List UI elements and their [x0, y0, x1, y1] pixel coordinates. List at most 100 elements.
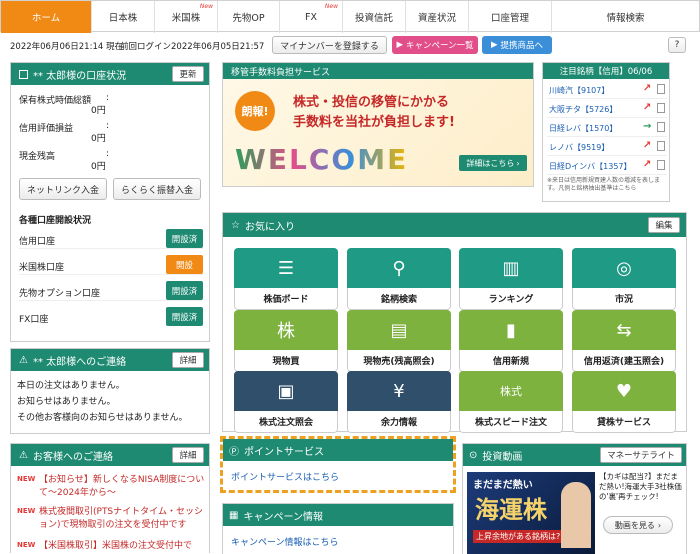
document-icon[interactable] [657, 122, 665, 132]
tab-futures-op[interactable]: 先物OP [218, 1, 280, 33]
campaign-list-button[interactable]: ▶ キャンペーン一覧 [392, 36, 478, 54]
account-row-label: FX口座 [19, 315, 49, 325]
easy-transfer-button[interactable]: らくらく振替入金 [113, 178, 201, 200]
tab-japan-stock[interactable]: 日本株 [92, 1, 155, 33]
banner-detail-button[interactable]: 詳細はこちら › [459, 155, 527, 171]
favorite-tile[interactable]: ▣ 株式注文照会 [234, 371, 338, 433]
favorite-icon: ♥ [572, 371, 676, 411]
video-caption[interactable]: 【カギは配当?】まだまだ熱い!海運大手3社株価の'裏'再チェック! [599, 472, 683, 512]
favorite-label: 貸株サービス [572, 411, 676, 433]
account-row: 先物オプション口座 開設済 [19, 281, 203, 301]
thumb-sub: 上昇余地がある銘柄は? [473, 530, 564, 543]
favorite-icon: ⚲ [347, 248, 451, 288]
watchlist-name[interactable]: 日経Dインバ【1357】 [549, 161, 632, 172]
favorite-tile[interactable]: ⇆ 信用返済(建玉照会) [572, 310, 676, 372]
us-stock-open-button[interactable]: 開設 [166, 255, 203, 274]
tab-account[interactable]: 口座管理 [469, 1, 552, 33]
refresh-button[interactable]: 更新 [172, 66, 204, 82]
document-icon[interactable] [657, 141, 665, 151]
account-row-label: 信用口座 [19, 237, 56, 247]
favorite-tile[interactable]: ⚲ 銘柄検索 [347, 248, 451, 310]
document-icon[interactable] [657, 103, 665, 113]
news-item[interactable]: NEW 【お知らせ】新しくなるNISA制度について～2024年から～ [17, 474, 205, 500]
trend-arrow-icon: ↗ [643, 140, 652, 151]
watchlist-item[interactable]: 日経レバ【1570】 → [547, 119, 667, 137]
colon: : [106, 93, 110, 103]
watchlist-item[interactable]: レノバ【9519】 ↗ [547, 138, 667, 156]
trend-arrow-icon: ↗ [643, 102, 652, 113]
video-thumbnail[interactable]: まだまだ熱い 海運株 上昇余地がある銘柄は? [467, 472, 595, 554]
favorite-label: 市況 [572, 288, 676, 310]
transfer-fee-banner[interactable]: 移管手数料負担サービス 朗報! 株式・投信の移管にかかる 手数料を当社が負担しま… [222, 62, 534, 187]
watchlist-name[interactable]: 日経レバ【1570】 [549, 123, 617, 134]
tab-home[interactable]: ホーム [1, 1, 92, 33]
holdings-label: 保有株式時価総額 [19, 96, 92, 106]
mynumber-button[interactable]: マイナンバーを登録する [272, 36, 387, 54]
news-text: 【米国株取引】米国株の注文受付中で [39, 541, 193, 551]
margin-open-status[interactable]: 開設済 [166, 229, 203, 248]
new-badge: NEW [17, 541, 36, 549]
futures-open-status[interactable]: 開設済 [166, 281, 203, 300]
favorite-tile[interactable]: ¥ 余力情報 [347, 371, 451, 433]
document-icon[interactable] [657, 84, 665, 94]
tab-funds[interactable]: 投資信託 [343, 1, 406, 33]
news-item[interactable]: NEW 【米国株取引】米国株の注文受付中で [17, 540, 205, 553]
new-badge: NEW [17, 475, 36, 483]
help-button[interactable]: ? [668, 37, 686, 53]
banner-header: 移管手数料負担サービス [223, 63, 533, 79]
document-icon[interactable] [657, 160, 665, 170]
favorite-tile[interactable]: 株現物買 [234, 310, 338, 372]
thumb-main: 海運株 [475, 496, 547, 524]
watchlist-item[interactable]: 川崎汽【9107】 ↗ [547, 81, 667, 99]
favorite-tile[interactable]: ▮ 信用新規 [459, 310, 563, 372]
play-icon: ▶ [490, 40, 498, 50]
favorite-label: 信用返済(建玉照会) [572, 350, 676, 372]
contact-line: その他お客様向のお知らせはありません。 [17, 413, 188, 423]
favorite-tile[interactable]: ☰ 株価ボード [234, 248, 338, 310]
top-nav: ホーム 日本株 米国株 New 先物OP FX New 投資信託 資産状況 口座管理… [0, 0, 700, 33]
news-text: 【お知らせ】新しくなるNISA制度について～2024年から～ [39, 475, 205, 498]
partner-products-button[interactable]: ▶ 提携商品へ [482, 36, 552, 54]
favorite-tile[interactable]: 株式 株式スピード注文 [459, 371, 563, 433]
news-item[interactable]: NEW 株式夜間取引(PTSナイトタイム・セッション)で現物取引の注文を受付中です [17, 506, 205, 532]
customer-panel: ⚠ お客様へのご連絡 詳細 NEW 【お知らせ】新しくなるNISA制度について～2… [10, 443, 210, 553]
tab-info-search[interactable]: 情報検索 [552, 1, 699, 33]
favorite-tile[interactable]: ◎ 市況 [572, 248, 676, 310]
money-satellite-button[interactable]: マネーサテライト [600, 447, 682, 463]
margin-pl-value: 0円 [91, 134, 106, 144]
thumb-top: まだまだ熱い [473, 480, 533, 491]
customer-detail-button[interactable]: 詳細 [172, 447, 204, 463]
tab-us-stock[interactable]: 米国株 New [155, 1, 218, 33]
favorites-edit-button[interactable]: 編集 [648, 217, 680, 233]
contact-detail-button[interactable]: 詳細 [172, 352, 204, 368]
favorite-icon: ☰ [234, 248, 338, 288]
favorite-icon: ▥ [459, 248, 563, 288]
favorite-label: 信用新規 [459, 350, 563, 372]
video-panel: ⊙ 投資動画 マネーサテライト まだまだ熱い 海運株 上昇余地がある銘柄は? 【… [462, 443, 687, 554]
fx-open-status[interactable]: 開設済 [166, 307, 203, 326]
favorite-label: 銘柄検索 [347, 288, 451, 310]
watch-video-button[interactable]: 動画を見る › [603, 516, 673, 534]
trend-arrow-icon: ↗ [643, 159, 652, 170]
favorite-icon: ▣ [234, 371, 338, 411]
chevron-right-icon: › [516, 158, 520, 168]
watchlist-name[interactable]: 大阪チタ【5726】 [549, 104, 617, 115]
play-circle-icon: ⊙ [469, 449, 478, 461]
watchlist-item[interactable]: 大阪チタ【5726】 ↗ [547, 100, 667, 118]
new-badge: New [199, 3, 213, 10]
netlink-deposit-button[interactable]: ネットリンク入金 [19, 178, 107, 200]
colon: : [106, 149, 110, 159]
watchlist-name[interactable]: レノバ【9519】 [549, 142, 609, 153]
favorite-tile[interactable]: ♥ 貸株サービス [572, 371, 676, 433]
campaign-link[interactable]: キャンペーン情報はこちら [231, 535, 339, 548]
tab-fx[interactable]: FX New [280, 1, 343, 33]
favorite-tile[interactable]: ▤ 現物売(残高照会) [347, 310, 451, 372]
tab-assets[interactable]: 資産状況 [406, 1, 469, 33]
favorite-label: 株式注文照会 [234, 411, 338, 433]
watchlist-name[interactable]: 川崎汽【9107】 [549, 85, 609, 96]
presenter-image [561, 482, 591, 548]
watchlist-title: 注目銘柄【信用】06/06 [543, 63, 669, 79]
favorite-tile[interactable]: ▥ ランキング [459, 248, 563, 310]
watchlist-item[interactable]: 日経Dインバ【1357】 ↗ [547, 157, 667, 175]
points-link[interactable]: ポイントサービスはこちら [231, 470, 339, 483]
